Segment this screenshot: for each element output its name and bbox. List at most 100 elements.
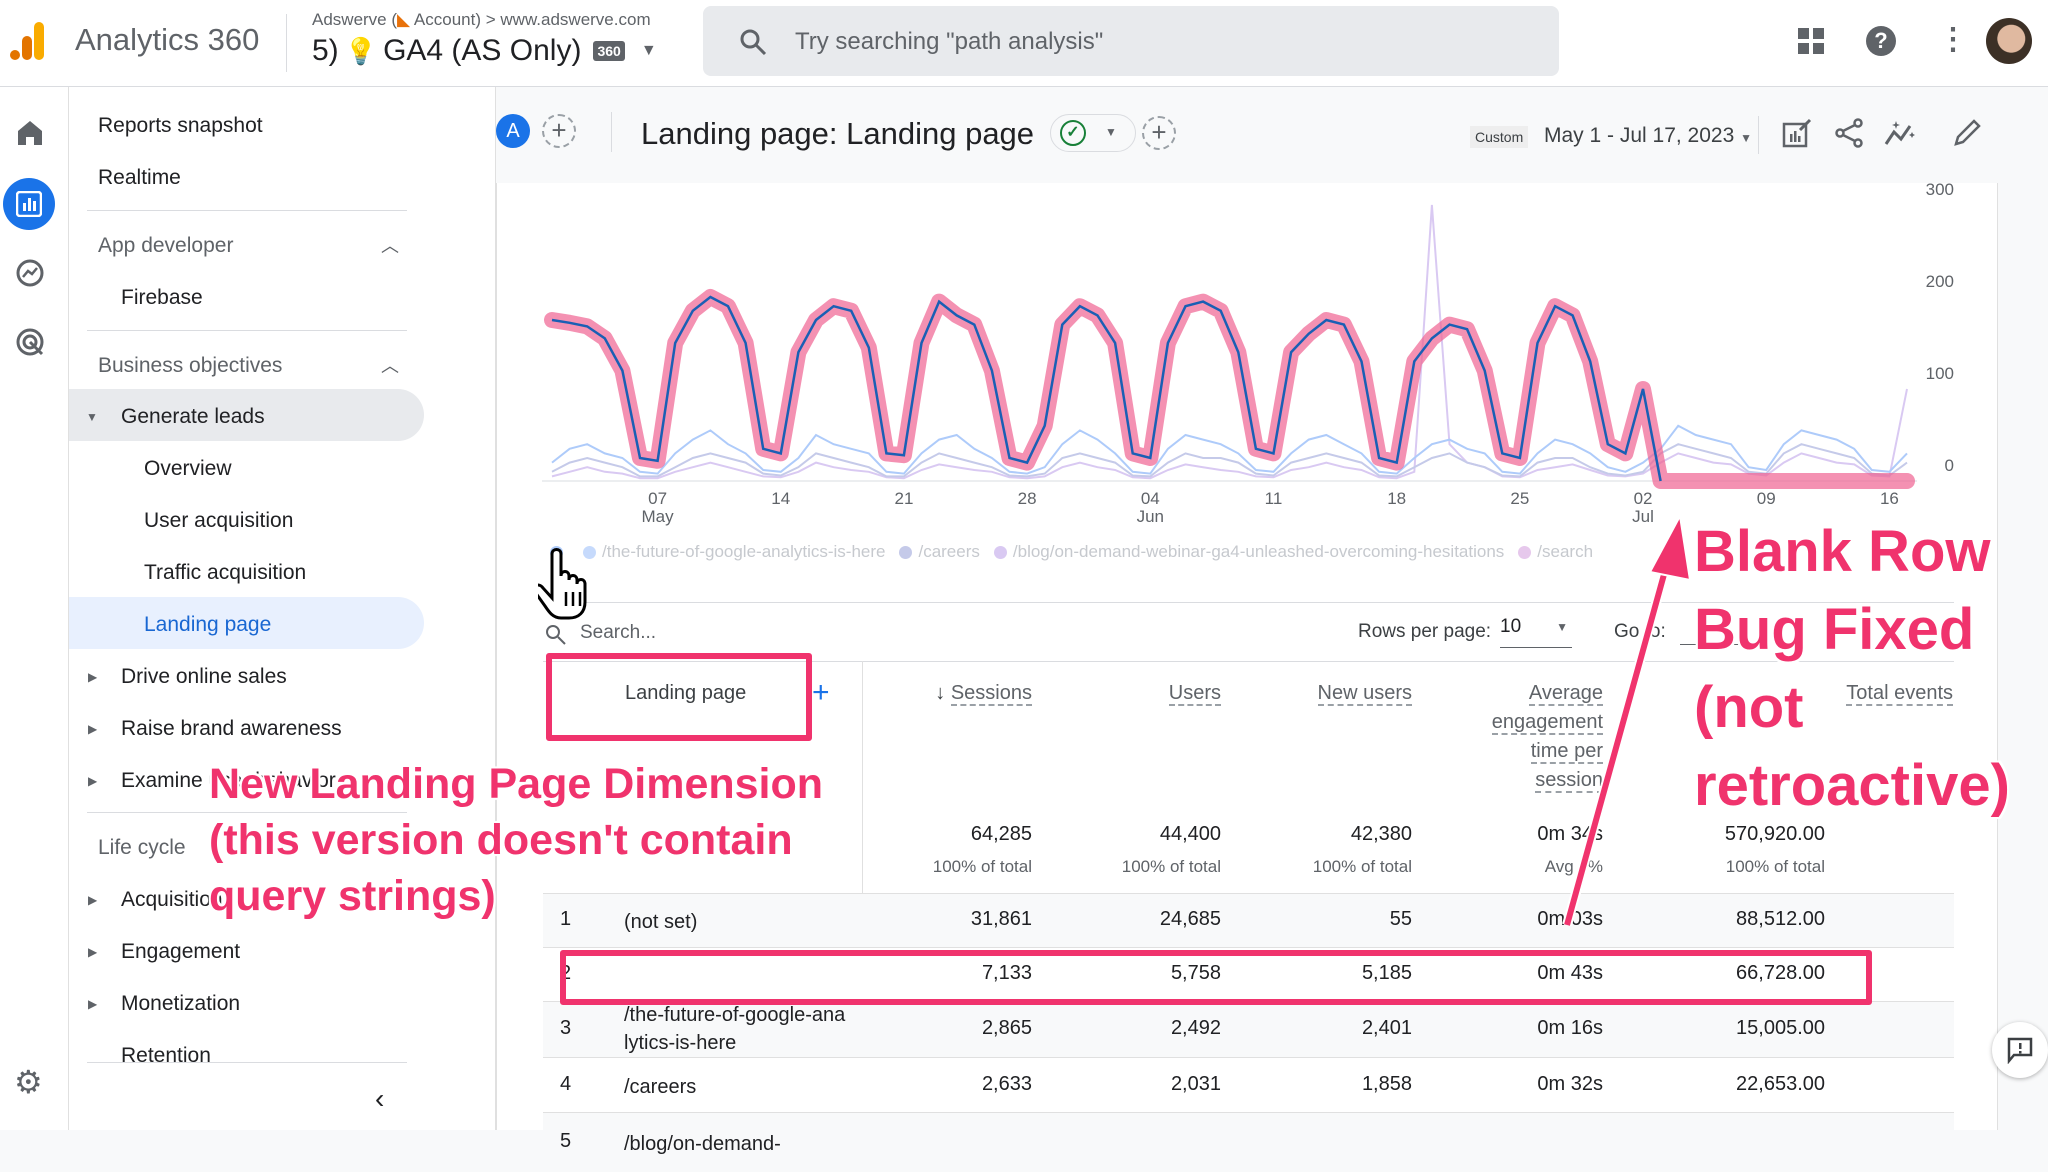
property-selector[interactable]: 5) 💡 GA4 (AS Only) 360 ▼ xyxy=(312,34,657,68)
search-bar[interactable]: Try searching "path analysis" xyxy=(703,6,1559,76)
sidebar-item-acquisition[interactable]: Acquisition xyxy=(121,888,223,912)
caret-right-icon: ▶ xyxy=(88,893,98,907)
search-icon xyxy=(740,29,767,56)
annotation-line: retroactive) xyxy=(1694,753,2010,818)
report-status-dropdown[interactable]: ✓ ▼ xyxy=(1050,114,1136,152)
annotation-box-blank-row xyxy=(560,950,1872,1005)
annotation-line: (not xyxy=(1694,675,1804,740)
annotation-line: Blank Row xyxy=(1694,519,1991,584)
sidebar-section-life-cycle[interactable]: Life cycle xyxy=(98,836,186,860)
y-tick-label: 100 xyxy=(1926,364,1954,383)
legend-item[interactable]: /blog/on-demand-webinar-ga4-unleashed-ov… xyxy=(993,542,1504,562)
analytics-logo-icon xyxy=(10,22,44,60)
legend-item[interactable]: /the-future-of-google-analytics-is-here xyxy=(583,542,885,562)
row-landing-page[interactable]: /the-future-of-google-analytics-is-here xyxy=(624,1001,849,1057)
comparison-avatar[interactable]: A xyxy=(496,114,530,148)
sidebar-item-traffic-acquisition[interactable]: Traffic acquisition xyxy=(144,561,306,585)
share-icon[interactable] xyxy=(1834,118,1864,148)
property-prefix: 5) xyxy=(312,34,339,67)
total-value: 44,400 xyxy=(1159,823,1221,845)
divider xyxy=(286,14,287,72)
row-cell: 0m 03s xyxy=(1537,908,1603,930)
legend-item[interactable]: /careers xyxy=(899,542,980,562)
annotation-line: New Landing Page Dimension xyxy=(209,760,824,808)
caret-right-icon: ▶ xyxy=(88,774,98,788)
row-cell: 31,861 xyxy=(970,908,1032,930)
chevron-up-icon[interactable]: ︿ xyxy=(381,232,399,258)
add-dimension-button[interactable]: + xyxy=(812,676,830,710)
legend-dot-icon xyxy=(993,545,1007,559)
total-subtext: 100% of total xyxy=(1725,857,1825,876)
sidebar-item-retention[interactable]: Retention xyxy=(121,1044,211,1068)
sidebar-item-generate-leads[interactable]: Generate leads xyxy=(121,405,265,429)
total-subtext: Avg 0% xyxy=(1544,857,1603,876)
row-cell: 2,401 xyxy=(1361,1017,1412,1039)
date-range-selector[interactable]: May 1 - Jul 17, 2023 ▼ xyxy=(1544,124,1752,148)
account-breadcrumb[interactable]: Adswerve (◣ Account) > www.adswerve.com xyxy=(312,10,651,30)
lightbulb-icon: 💡 xyxy=(344,35,378,66)
total-subtext: 100% of total xyxy=(932,857,1032,876)
feedback-button[interactable] xyxy=(1992,1022,2048,1078)
legend-dot-icon xyxy=(899,545,913,559)
product-name: Analytics 360 xyxy=(75,22,260,57)
column-header-sessions[interactable]: ↓ Sessions xyxy=(880,679,1032,708)
explore-icon[interactable] xyxy=(15,258,45,288)
customize-report-icon[interactable] xyxy=(1782,118,1812,148)
row-index: 5 xyxy=(560,1130,572,1152)
divider xyxy=(87,210,407,211)
row-landing-page[interactable]: /careers xyxy=(624,1073,849,1101)
table-search-icon xyxy=(546,625,566,645)
sidebar-item-engagement[interactable]: Engagement xyxy=(121,940,240,964)
table-search-input[interactable]: Search... xyxy=(580,622,656,644)
avatar[interactable] xyxy=(1986,18,2032,64)
add-filter-icon[interactable]: + xyxy=(1142,116,1176,150)
sidebar-section-business-objectives[interactable]: Business objectives xyxy=(98,354,282,378)
legend-item[interactable]: /search xyxy=(1518,542,1593,562)
sidebar-item-overview[interactable]: Overview xyxy=(144,457,232,481)
column-header-users[interactable]: Users xyxy=(1080,679,1221,708)
help-icon[interactable]: ? xyxy=(1866,26,1896,56)
insights-icon[interactable] xyxy=(1884,118,1918,148)
sort-arrow-down-icon: ↓ xyxy=(935,682,946,704)
annotation-line: (this version doesn't contain xyxy=(209,816,793,864)
sidebar-item-realtime[interactable]: Realtime xyxy=(98,166,181,190)
x-tick-label: 07 xyxy=(648,489,667,508)
sidebar-item-drive-online-sales[interactable]: Drive online sales xyxy=(121,665,287,689)
chevron-up-icon[interactable]: ︿ xyxy=(381,352,399,378)
sidebar-item-raise-brand-awareness[interactable]: Raise brand awareness xyxy=(121,717,342,741)
sidebar-section-app-developer[interactable]: App developer xyxy=(98,234,233,258)
page-title: Landing page: Landing page xyxy=(641,116,1035,151)
collapse-sidebar-chevron-icon[interactable]: ‹ xyxy=(375,1083,384,1115)
y-tick-label: 300 xyxy=(1926,180,1954,199)
more-vert-icon[interactable]: ⋮ xyxy=(1938,22,1968,58)
sidebar-item-monetization[interactable]: Monetization xyxy=(121,992,240,1016)
apps-grid-icon[interactable] xyxy=(1798,28,1826,56)
column-header-avg-engagement-time[interactable]: Average engagement time per session xyxy=(1470,679,1603,795)
sidebar-item-firebase[interactable]: Firebase xyxy=(121,286,203,310)
total-value: 64,285 xyxy=(970,823,1032,845)
x-tick-month-label: Jul xyxy=(1632,507,1654,526)
chart-legend: /the-future-of-google-analytics-is-here /… xyxy=(550,542,1630,562)
legend-dot-icon xyxy=(1518,545,1532,559)
reports-icon[interactable] xyxy=(3,178,55,230)
sidebar-item-landing-page[interactable]: Landing page xyxy=(144,613,271,637)
search-placeholder: Try searching "path analysis" xyxy=(795,28,1104,55)
divider xyxy=(87,1062,407,1063)
rows-per-page-select[interactable]: 10 ▼ xyxy=(1500,616,1572,648)
nav-rail: ⚙ xyxy=(0,87,69,1130)
column-label: Sessions xyxy=(950,682,1032,706)
row-landing-page[interactable]: /blog/on-demand- xyxy=(624,1130,849,1158)
row-cell: 24,685 xyxy=(1159,908,1221,930)
sidebar-item-user-acquisition[interactable]: User acquisition xyxy=(144,509,293,533)
sidebar-item-reports-snapshot[interactable]: Reports snapshot xyxy=(98,114,263,138)
annotation-line: query strings) xyxy=(209,872,496,920)
settings-gear-icon[interactable]: ⚙ xyxy=(14,1063,43,1101)
total-subtext: 100% of total xyxy=(1121,857,1221,876)
legend-label: /careers xyxy=(918,542,980,561)
add-comparison-icon[interactable]: + xyxy=(542,114,576,148)
home-icon[interactable] xyxy=(16,119,44,147)
column-header-new-users[interactable]: New users xyxy=(1250,679,1412,708)
advertising-icon[interactable] xyxy=(15,327,45,357)
x-tick-label: 16 xyxy=(1880,489,1899,508)
edit-pencil-icon[interactable] xyxy=(1952,118,1982,148)
